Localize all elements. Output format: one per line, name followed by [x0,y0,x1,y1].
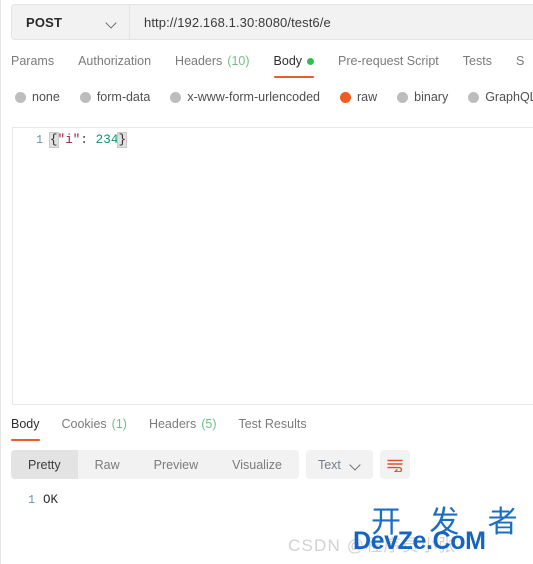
response-tab-cookies-label: Cookies [61,417,107,431]
tab-authorization-label: Authorization [78,54,152,68]
body-type-x-www-form-urlencoded[interactable]: x-www-form-urlencoded [170,90,320,104]
json-close-brace: } [117,132,128,148]
url-input[interactable]: http://192.168.1.30:8080/test6/e [130,5,533,39]
editor-line-number: 1 [36,134,43,147]
json-open-brace: { [49,132,59,148]
tab-params[interactable]: Params [11,52,54,77]
view-mode-preview[interactable]: Preview [137,450,215,479]
body-type-binary-label: binary [414,90,449,104]
body-type-form-data[interactable]: form-data [79,90,151,104]
view-mode-raw[interactable]: Raw [78,450,137,479]
tab-authorization[interactable]: Authorization [78,52,151,77]
response-view-mode-group: Pretty Raw Preview Visualize [11,450,299,479]
json-key: "i" [57,133,81,147]
json-space [88,133,96,147]
response-tab-headers[interactable]: Headers (5) [149,415,217,440]
response-content-type-dropdown[interactable]: Text [305,450,373,479]
radio-icon [15,91,26,103]
radio-icon [79,91,91,103]
tab-settings[interactable]: S [516,52,524,77]
view-mode-pretty-label: Pretty [28,457,61,472]
response-tab-test-results[interactable]: Test Results [238,415,306,440]
body-type-none[interactable]: none [15,90,60,104]
chevron-down-icon [106,17,117,28]
body-type-graphql-label: GraphQL [485,90,533,104]
view-mode-visualize[interactable]: Visualize [215,450,299,479]
tab-headers[interactable]: Headers (10) [175,52,249,77]
body-type-raw-label: raw [357,90,378,104]
response-tab-cookies-count: (1) [111,417,127,431]
body-type-radio-group: none form-data x-www-form-urlencoded raw… [15,90,533,104]
body-type-graphql[interactable]: GraphQL [468,90,533,104]
word-wrap-toggle-button[interactable] [379,450,410,479]
tab-pre-request-script[interactable]: Pre-request Script [338,52,439,77]
body-type-form-data-label: form-data [96,90,151,104]
response-line-number: 1 [28,494,35,507]
radio-icon [170,91,182,103]
tab-pre-request-script-label: Pre-request Script [338,54,439,68]
response-body-line: 1 OK [11,488,533,507]
view-mode-raw-label: Raw [94,457,120,472]
body-type-none-label: none [32,90,60,104]
tab-tests[interactable]: Tests [463,52,492,77]
view-mode-preview-label: Preview [153,457,199,472]
body-type-x-www-form-urlencoded-label: x-www-form-urlencoded [187,90,320,104]
word-wrap-icon [387,459,403,472]
tab-tests-label: Tests [462,54,492,68]
response-tab-body-label: Body [11,417,40,431]
postman-request-response-pane: POST http://192.168.1.30:8080/test6/e Pa… [0,0,533,564]
url-bar: POST http://192.168.1.30:8080/test6/e [11,4,533,40]
response-tab-body[interactable]: Body [11,415,40,441]
response-body-text: OK [43,493,59,507]
editor-line: 1 {"i": 234} [13,128,533,148]
tab-body[interactable]: Body [273,52,315,78]
response-tab-bar: Body Cookies (1) Headers (5) Test Result… [11,415,329,441]
radio-selected-icon [340,91,351,103]
response-tab-headers-count: (5) [201,417,217,431]
response-tab-test-results-label: Test Results [238,417,307,431]
tab-headers-count: (10) [227,54,250,68]
url-value: http://192.168.1.30:8080/test6/e [144,14,331,30]
response-view-toolbar: Pretty Raw Preview Visualize Text [11,450,410,479]
view-mode-visualize-label: Visualize [232,457,282,472]
text-caret [126,132,128,145]
http-method-label: POST [26,14,63,30]
tab-headers-label: Headers [175,54,223,68]
radio-icon [468,91,480,103]
view-mode-pretty[interactable]: Pretty [11,450,78,479]
radio-icon [397,91,409,103]
editor-code-line: {"i": 234} [49,132,128,148]
body-type-raw[interactable]: raw [340,90,377,104]
response-tab-cookies[interactable]: Cookies (1) [62,415,127,440]
json-colon: : [80,133,89,147]
body-type-binary[interactable]: binary [397,90,448,104]
chevron-down-icon [350,459,361,470]
response-tab-headers-label: Headers [148,417,197,431]
response-content-type-label: Text [317,457,341,472]
request-body-editor[interactable]: 1 {"i": 234} [12,127,533,405]
tab-settings-label: S [515,54,525,68]
body-modified-dot-icon [307,57,315,65]
json-number: 234 [95,133,119,147]
tab-params-label: Params [11,54,55,68]
response-body-viewer[interactable]: 1 OK [11,488,533,564]
request-tab-bar: Params Authorization Headers (10) Body P… [11,52,533,82]
tab-body-label: Body [273,54,303,68]
http-method-dropdown[interactable]: POST [12,5,130,39]
